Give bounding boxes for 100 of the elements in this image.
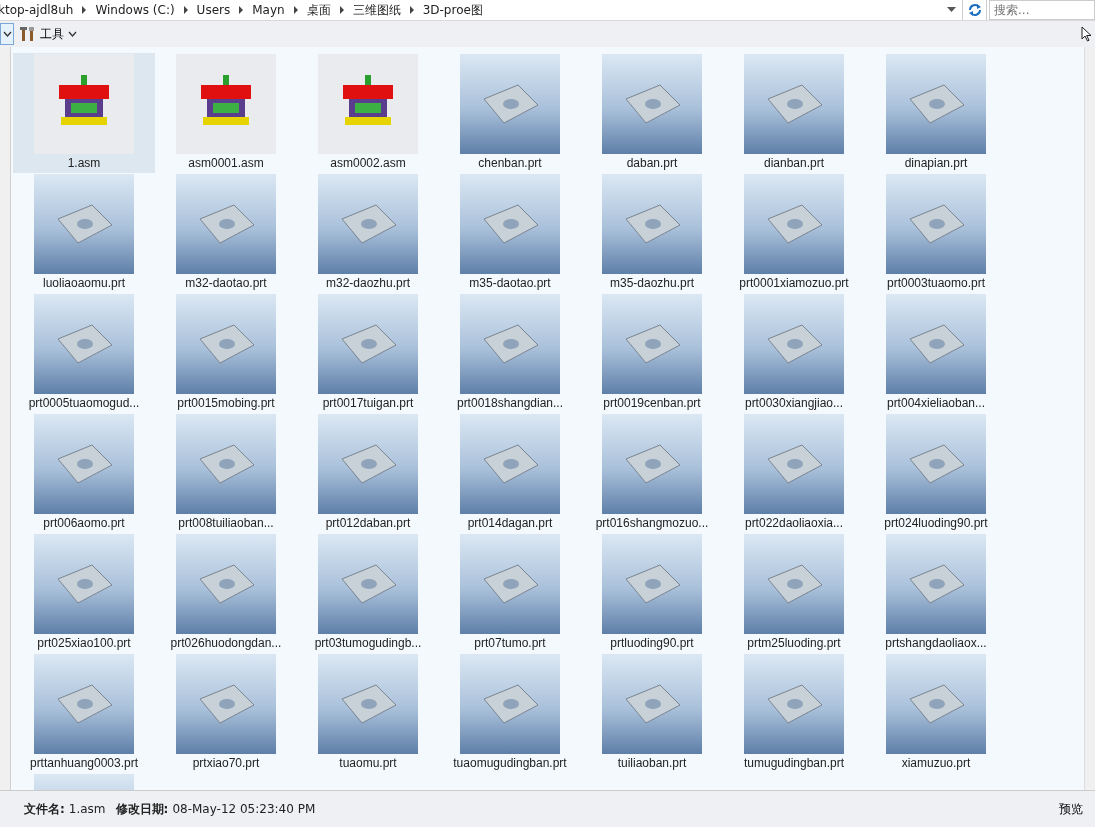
file-item[interactable]: prt025xiao100.prt xyxy=(13,533,155,653)
file-item[interactable]: luoliaoaomu.prt xyxy=(13,173,155,293)
file-name: tuaomugudingban.prt xyxy=(453,756,567,770)
file-name: prt008tuiliaoban... xyxy=(178,516,274,530)
breadcrumb-item[interactable]: Windows (C:) xyxy=(95,3,175,17)
file-item[interactable]: xiamuzuo.prt xyxy=(865,653,1007,773)
file-name: prttanhuang0003.prt xyxy=(29,756,139,770)
file-name: prtm25luoding.prt xyxy=(747,636,841,650)
file-item[interactable]: m32-daotao.prt xyxy=(155,173,297,293)
file-name: prt014dagan.prt xyxy=(467,516,553,530)
file-item[interactable]: tuaomugudingban.prt xyxy=(439,653,581,773)
breadcrumb-item[interactable]: Mayn xyxy=(252,3,285,17)
breadcrumb-item[interactable]: 三维图纸 xyxy=(352,1,401,19)
chevron-down-icon xyxy=(68,31,77,37)
file-item[interactable]: chenban.prt xyxy=(439,53,581,173)
file-name: 1.asm xyxy=(67,156,101,170)
file-name: prt012daban.prt xyxy=(325,516,411,530)
file-item[interactable]: prt0030xiangjiao... xyxy=(723,293,865,413)
file-name: prt0030xiangjiao... xyxy=(744,396,844,410)
file-item[interactable]: m35-daozhu.prt xyxy=(581,173,723,293)
file-name: m35-daotao.prt xyxy=(469,276,551,290)
file-item[interactable]: prt07tumo.prt xyxy=(439,533,581,653)
file-item[interactable]: prt0017tuigan.prt xyxy=(297,293,439,413)
file-item[interactable]: m32-daozhu.prt xyxy=(297,173,439,293)
file-item[interactable]: prt0005tuaomogud... xyxy=(13,293,155,413)
file-item[interactable]: prttanhuang0003.prt xyxy=(13,653,155,773)
search-field[interactable]: 搜索... xyxy=(989,0,1095,20)
dropdown-arrow-icon[interactable] xyxy=(947,7,956,13)
file-item[interactable]: prt026huodongdan... xyxy=(155,533,297,653)
refresh-icon xyxy=(966,2,983,18)
chevron-right-icon xyxy=(338,6,345,14)
file-name-label: 文件名: xyxy=(24,800,65,818)
file-item[interactable]: tuiliaoban.prt xyxy=(581,653,723,773)
file-name: prtluoding90.prt xyxy=(610,636,694,650)
file-name: prt0019cenban.prt xyxy=(603,396,701,410)
file-item[interactable]: prt03tumogudingb... xyxy=(297,533,439,653)
file-item[interactable]: prt016shangmozuo... xyxy=(581,413,723,533)
breadcrumb-item[interactable]: 3D-proe图 xyxy=(422,1,483,19)
chevron-right-icon xyxy=(238,6,245,14)
file-item[interactable]: tumugudingban.prt xyxy=(723,653,865,773)
file-item[interactable]: prtxiao70.prt xyxy=(155,653,297,773)
file-name: prt0005tuaomogud... xyxy=(28,396,140,410)
file-item[interactable]: prt0001xiamozuo.prt xyxy=(723,173,865,293)
file-item[interactable]: asm0002.asm xyxy=(297,53,439,173)
file-name: m32-daotao.prt xyxy=(185,276,267,290)
cursor-icon xyxy=(1081,26,1093,42)
chevron-right-icon xyxy=(81,6,88,14)
preview-button[interactable]: 预览 xyxy=(1057,798,1085,820)
file-name: tuiliaoban.prt xyxy=(617,756,687,770)
dropdown-button[interactable] xyxy=(0,23,14,45)
file-name: prt025xiao100.prt xyxy=(37,636,131,650)
file-name: prtxiao70.prt xyxy=(192,756,260,770)
file-name: daban.prt xyxy=(626,156,678,170)
file-name: tuaomu.prt xyxy=(339,756,397,770)
file-item[interactable]: prt0019cenban.prt xyxy=(581,293,723,413)
file-item[interactable]: asm0001.asm xyxy=(155,53,297,173)
file-name: prtshangdaoliaox... xyxy=(885,636,987,650)
file-item[interactable]: m35-daotao.prt xyxy=(439,173,581,293)
chevron-right-icon xyxy=(292,6,299,14)
file-item[interactable]: prt014dagan.prt xyxy=(439,413,581,533)
file-item[interactable]: prt004xieliaoban... xyxy=(865,293,1007,413)
file-name: m35-daozhu.prt xyxy=(609,276,694,290)
file-item[interactable]: prt024luoding90.prt xyxy=(865,413,1007,533)
file-name: luoliaoaomu.prt xyxy=(42,276,126,290)
file-name: prt006aomo.prt xyxy=(43,516,125,530)
file-name: prt016shangmozuo... xyxy=(595,516,709,530)
file-item[interactable]: prtm25luoding.prt xyxy=(723,533,865,653)
file-item[interactable]: prt0015mobing.prt xyxy=(155,293,297,413)
file-name: prt004xieliaoban... xyxy=(886,396,986,410)
file-name: prt0015mobing.prt xyxy=(177,396,275,410)
file-name: tumugudingban.prt xyxy=(743,756,845,770)
file-name: asm0001.asm xyxy=(188,156,264,170)
breadcrumb-item[interactable]: 桌面 xyxy=(306,1,331,19)
file-item[interactable]: dianban.prt xyxy=(723,53,865,173)
file-item[interactable]: 1.asm xyxy=(13,53,155,173)
chevron-down-icon xyxy=(2,31,12,37)
file-item[interactable]: prtshangdaoliaox... xyxy=(865,533,1007,653)
file-name: prt0001xiamozuo.prt xyxy=(739,276,849,290)
file-item[interactable]: prt0003tuaomo.prt xyxy=(865,173,1007,293)
chevron-right-icon xyxy=(408,6,415,14)
file-name: prt0003tuaomo.prt xyxy=(886,276,986,290)
file-name-value: 1.asm xyxy=(68,802,106,816)
breadcrumb-item[interactable]: Users xyxy=(196,3,231,17)
file-name: asm0002.asm xyxy=(330,156,406,170)
file-item[interactable]: tuaomu.prt xyxy=(297,653,439,773)
file-name: prt0017tuigan.prt xyxy=(322,396,414,410)
file-name: prt0018shangdian... xyxy=(456,396,564,410)
file-item[interactable]: prt022daoliaoxia... xyxy=(723,413,865,533)
file-item[interactable]: prt008tuiliaoban... xyxy=(155,413,297,533)
file-name: prt026huodongdan... xyxy=(170,636,282,650)
file-name: xiamuzuo.prt xyxy=(901,756,971,770)
file-item[interactable]: prt0018shangdian... xyxy=(439,293,581,413)
modified-date-value: 08-May-12 05:23:40 PM xyxy=(172,802,316,816)
file-item[interactable]: dinapian.prt xyxy=(865,53,1007,173)
file-item[interactable]: daban.prt xyxy=(581,53,723,173)
file-item[interactable]: prt012daban.prt xyxy=(297,413,439,533)
tools-menu-button[interactable]: 工具 xyxy=(18,25,79,43)
chevron-right-icon xyxy=(182,6,189,14)
file-item[interactable]: prt006aomo.prt xyxy=(13,413,155,533)
file-item[interactable]: prtluoding90.prt xyxy=(581,533,723,653)
